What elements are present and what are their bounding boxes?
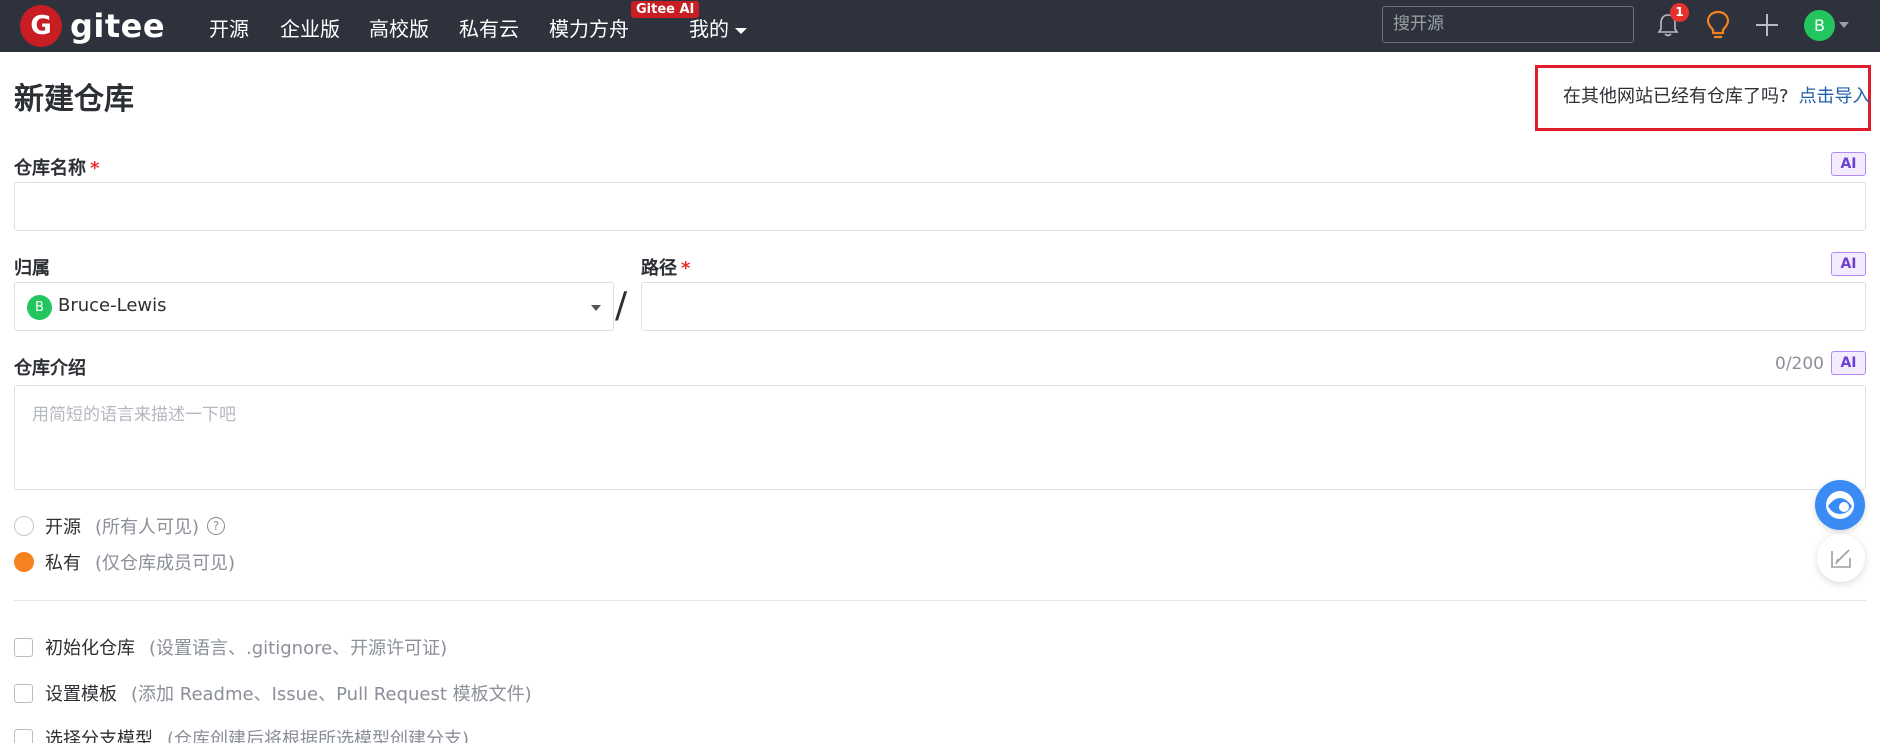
search-input[interactable]: 搜开源 [1382, 6, 1634, 43]
nav-open-source[interactable]: 开源 [209, 13, 249, 42]
page-title: 新建仓库 [14, 82, 134, 117]
owner-label: 归属 [14, 258, 50, 279]
repo-name-label-text: 仓库名称 [14, 158, 86, 179]
assistant-float-button[interactable] [1815, 480, 1865, 530]
nav-mine[interactable]: 我的 [689, 13, 747, 42]
init-repo-option[interactable]: 初始化仓库 (设置语言、.gitignore、开源许可证) [14, 634, 447, 660]
visibility-open-desc: (所有人可见) [95, 517, 200, 538]
nav-enterprise[interactable]: 企业版 [280, 13, 340, 42]
help-icon[interactable]: ? [207, 517, 226, 535]
nav-mine-label: 我的 [689, 17, 729, 41]
path-separator: / [615, 285, 628, 326]
visibility-open-option[interactable]: 开源 (所有人可见) ? [14, 513, 226, 539]
required-mark: * [681, 258, 691, 279]
intro-char-counter: 0/200 [1775, 354, 1824, 374]
top-navbar: G gitee 开源 企业版 高校版 私有云 模力方舟 Gitee AI 我的 … [0, 0, 1880, 52]
path-input[interactable] [641, 282, 1866, 331]
gitee-logo-icon: G [20, 5, 62, 47]
chevron-down-icon [591, 305, 601, 311]
import-link[interactable]: 点击导入 [1799, 86, 1871, 107]
path-label: 路径 * [641, 254, 690, 280]
visibility-private-option[interactable]: 私有 (仅仓库成员可见) [14, 549, 235, 575]
template-checkbox[interactable] [14, 683, 33, 703]
nav-private-cloud[interactable]: 私有云 [459, 13, 519, 42]
feedback-float-button[interactable] [1817, 534, 1865, 582]
nav-moli-fangzhou[interactable]: 模力方舟 [549, 13, 629, 42]
init-repo-checkbox[interactable] [14, 637, 33, 657]
init-repo-label: 初始化仓库 [45, 638, 135, 659]
branch-model-label: 选择分支模型 [45, 729, 153, 743]
template-label: 设置模板 [45, 684, 117, 705]
required-mark: * [90, 158, 100, 179]
radio-open[interactable] [14, 516, 34, 536]
branch-model-checkbox[interactable] [14, 728, 33, 743]
path-label-text: 路径 [641, 258, 677, 279]
chevron-down-icon [735, 27, 747, 34]
init-repo-desc: (设置语言、.gitignore、开源许可证) [149, 638, 448, 659]
visibility-private-label: 私有 [45, 553, 81, 574]
branch-model-desc: (仓库创建后将根据所选模型创建分支) [167, 729, 470, 743]
lightbulb-icon[interactable] [1705, 10, 1731, 40]
chevron-down-icon[interactable] [1839, 22, 1849, 28]
branch-model-option[interactable]: 选择分支模型 (仓库创建后将根据所选模型创建分支) [14, 725, 469, 743]
assistant-icon [1826, 491, 1854, 519]
owner-avatar: B [27, 295, 52, 320]
gitee-logo[interactable]: G gitee [20, 5, 165, 47]
visibility-private-desc: (仅仓库成员可见) [95, 553, 236, 574]
repo-name-ai-button[interactable]: AI [1831, 152, 1866, 176]
notification-count-badge: 1 [1670, 3, 1689, 22]
intro-label: 仓库介绍 [14, 358, 86, 379]
owner-select[interactable]: B Bruce-Lewis [14, 282, 614, 331]
import-prompt: 在其他网站已经有仓库了吗? 点击导入 [1563, 82, 1871, 108]
visibility-open-label: 开源 [45, 517, 81, 538]
section-divider [14, 600, 1866, 601]
edit-icon [1831, 549, 1851, 568]
nav-education[interactable]: 高校版 [369, 13, 429, 42]
repo-name-input[interactable] [14, 182, 1866, 231]
intro-ai-button[interactable]: AI [1831, 351, 1866, 375]
user-avatar[interactable]: B [1804, 10, 1835, 41]
intro-textarea[interactable]: 用简短的语言来描述一下吧 [14, 385, 1866, 490]
template-desc: (添加 Readme、Issue、Pull Request 模板文件) [131, 684, 532, 705]
owner-value: Bruce-Lewis [58, 295, 167, 316]
template-option[interactable]: 设置模板 (添加 Readme、Issue、Pull Request 模板文件) [14, 680, 532, 706]
radio-private-checked[interactable] [14, 552, 34, 572]
plus-icon[interactable] [1754, 12, 1780, 38]
import-prompt-text: 在其他网站已经有仓库了吗? [1563, 86, 1789, 107]
gitee-logo-text: gitee [70, 7, 166, 45]
repo-name-label: 仓库名称 * [14, 154, 99, 180]
path-ai-button[interactable]: AI [1831, 252, 1866, 276]
